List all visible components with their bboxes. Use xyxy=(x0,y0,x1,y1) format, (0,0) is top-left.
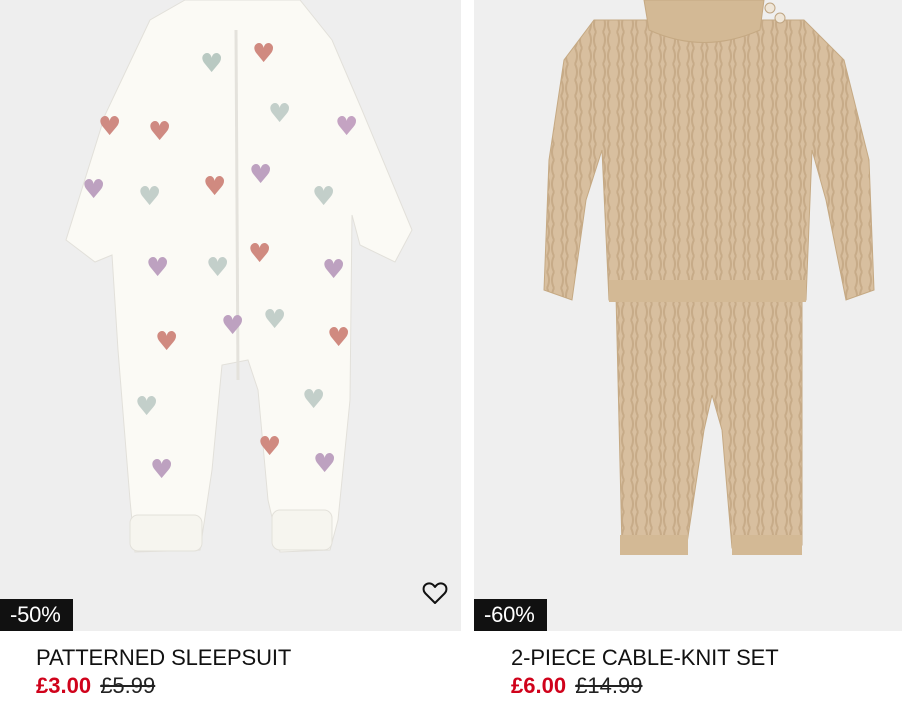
svg-text:♥: ♥ xyxy=(313,449,336,479)
svg-text:♥: ♥ xyxy=(252,39,275,69)
product-info: 2-PIECE CABLE-KNIT SET £6.00 £14.99 xyxy=(474,631,902,700)
product-card[interactable]: ♥ ♥ ♥ ♥ ♥ ♥ ♥ ♥ ♥ ♥ ♥ ♥ ♥ ♥ ♥ ♥ ♥ ♥ ♥ ♥ … xyxy=(0,0,461,700)
svg-text:♥: ♥ xyxy=(248,239,271,269)
svg-text:♥: ♥ xyxy=(258,432,281,462)
svg-text:♥: ♥ xyxy=(98,112,121,142)
svg-text:♥: ♥ xyxy=(335,112,358,142)
svg-text:♥: ♥ xyxy=(268,99,291,129)
product-title[interactable]: PATTERNED SLEEPSUIT xyxy=(36,645,461,671)
price-row: £3.00 £5.99 xyxy=(36,672,461,700)
sale-price: £6.00 xyxy=(511,673,567,698)
svg-text:♥: ♥ xyxy=(221,311,244,341)
sale-price: £3.00 xyxy=(36,673,92,698)
svg-text:♥: ♥ xyxy=(249,160,272,190)
svg-text:♥: ♥ xyxy=(138,182,161,212)
product-grid: ♥ ♥ ♥ ♥ ♥ ♥ ♥ ♥ ♥ ♥ ♥ ♥ ♥ ♥ ♥ ♥ ♥ ♥ ♥ ♥ … xyxy=(0,0,902,705)
product-card[interactable]: -60% 2-PIECE CABLE-KNIT SET £6.00 £14.99 xyxy=(474,0,902,700)
svg-text:♥: ♥ xyxy=(82,175,105,205)
svg-text:♥: ♥ xyxy=(148,117,171,147)
svg-text:♥: ♥ xyxy=(302,385,325,415)
cable-knit-set-image xyxy=(543,0,875,555)
svg-text:♥: ♥ xyxy=(206,253,229,283)
svg-text:♥: ♥ xyxy=(150,455,173,485)
price-row: £6.00 £14.99 xyxy=(511,672,902,700)
discount-badge: -60% xyxy=(474,599,547,631)
svg-text:♥: ♥ xyxy=(327,323,350,353)
svg-text:♥: ♥ xyxy=(263,305,286,335)
svg-text:♥: ♥ xyxy=(135,392,158,422)
svg-text:♥: ♥ xyxy=(312,182,335,212)
svg-text:♥: ♥ xyxy=(155,327,178,357)
original-price: £5.99 xyxy=(100,673,156,698)
product-info: PATTERNED SLEEPSUIT £3.00 £5.99 xyxy=(0,631,461,700)
svg-text:♥: ♥ xyxy=(203,172,226,202)
svg-text:♥: ♥ xyxy=(200,49,223,79)
product-image[interactable]: -60% xyxy=(474,0,902,631)
favorite-button[interactable] xyxy=(420,578,450,608)
product-title[interactable]: 2-PIECE CABLE-KNIT SET xyxy=(511,645,902,671)
svg-text:♥: ♥ xyxy=(146,253,169,283)
sleepsuit-image: ♥ ♥ ♥ ♥ ♥ ♥ ♥ ♥ ♥ ♥ ♥ ♥ ♥ ♥ ♥ ♥ ♥ ♥ ♥ ♥ … xyxy=(65,0,413,553)
product-image[interactable]: ♥ ♥ ♥ ♥ ♥ ♥ ♥ ♥ ♥ ♥ ♥ ♥ ♥ ♥ ♥ ♥ ♥ ♥ ♥ ♥ … xyxy=(0,0,461,631)
svg-text:♥: ♥ xyxy=(322,255,345,285)
heart-outline-icon xyxy=(422,582,448,604)
original-price: £14.99 xyxy=(575,673,643,698)
discount-badge: -50% xyxy=(0,599,73,631)
